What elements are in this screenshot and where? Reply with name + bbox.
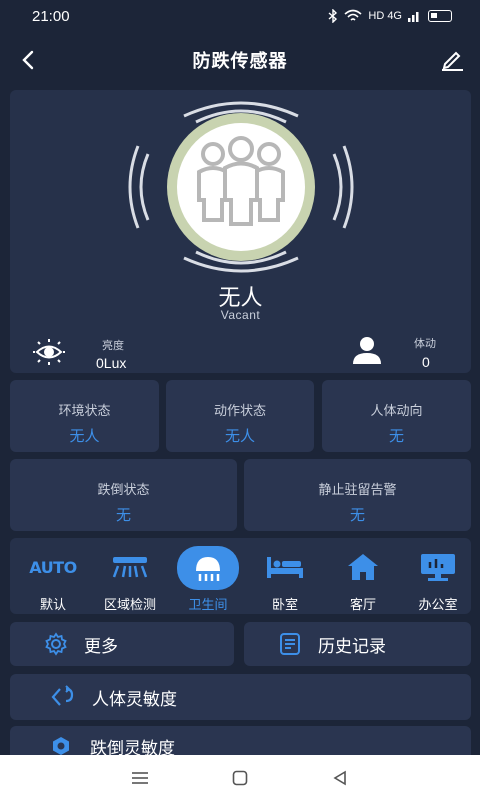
document-icon	[278, 632, 302, 656]
bed-icon	[258, 546, 312, 588]
card-label: 环境状态	[58, 403, 111, 418]
scene-mode-bar: AUTO 默认 区域检测 卫生间 卧室 客厅 办公室	[10, 538, 471, 614]
wifi-icon	[344, 9, 362, 21]
more-label: 更多	[84, 636, 118, 656]
mode-region-detect[interactable]: 区域检测	[92, 538, 168, 614]
mode-label: 默认	[39, 597, 66, 612]
edit-button[interactable]	[438, 46, 466, 74]
history-button[interactable]: 历史记录	[244, 622, 471, 666]
mode-office[interactable]: 办公室	[400, 538, 476, 614]
signal-icon	[408, 12, 419, 22]
movement-label: 体动	[414, 338, 436, 350]
auto-icon: AUTO	[29, 557, 77, 577]
system-nav-bar	[0, 755, 480, 800]
menu-button[interactable]	[120, 763, 160, 793]
more-button[interactable]: 更多	[10, 622, 234, 666]
page-title: 防跌传感器	[192, 51, 288, 71]
presence-state-english: Vacant	[220, 308, 261, 322]
body-sensitivity-label: 人体灵敏度	[92, 689, 177, 709]
movement-value: 0	[422, 354, 430, 370]
card-value: 无人	[224, 428, 255, 445]
brightness-label: 亮度	[102, 340, 124, 352]
card-value: 无	[388, 428, 404, 445]
bluetooth-icon	[328, 9, 338, 23]
presence-panel: 无人 Vacant 亮度 0Lux 体动 0	[10, 90, 471, 373]
presence-radar-icon	[128, 101, 354, 273]
fall-status-card: 跌倒状态 无	[10, 459, 237, 531]
brightness-eye-icon	[33, 339, 65, 365]
home-icon	[336, 546, 390, 588]
chevron-left-icon	[22, 50, 34, 70]
region-detect-icon	[103, 546, 157, 588]
mode-label: 办公室	[418, 597, 458, 612]
back-nav-button[interactable]	[320, 763, 360, 793]
body-sensitivity-button[interactable]: 人体灵敏度	[10, 674, 471, 720]
mode-label: 客厅	[349, 597, 376, 612]
triangle-back-icon	[333, 770, 346, 785]
battery-icon	[428, 10, 452, 22]
card-value: 无	[115, 507, 131, 524]
mode-living-room[interactable]: 客厅	[325, 538, 401, 614]
home-button[interactable]	[220, 763, 260, 793]
mode-label: 区域检测	[103, 597, 156, 612]
card-value: 无人	[69, 428, 100, 445]
history-label: 历史记录	[318, 636, 386, 656]
mode-default[interactable]: AUTO 默认	[15, 538, 91, 614]
square-icon	[232, 770, 248, 785]
card-label: 人体动向	[370, 403, 423, 418]
mode-bedroom[interactable]: 卧室	[247, 538, 323, 614]
card-value: 无	[349, 507, 365, 524]
edit-icon	[442, 51, 463, 71]
status-icons: HD 4G	[328, 9, 452, 23]
status-bar: 21:00 HD 4G	[0, 0, 480, 32]
environment-status-card: 环境状态 无人	[10, 380, 159, 452]
back-button[interactable]	[14, 46, 42, 74]
mode-label: 卫生间	[188, 597, 228, 612]
header: 防跌传感器	[0, 38, 480, 82]
person-icon	[353, 337, 381, 364]
mode-bathroom[interactable]: 卫生间	[170, 538, 246, 614]
mode-label: 卧室	[271, 597, 298, 612]
menu-icon	[132, 771, 148, 784]
card-label: 静止驻留告警	[318, 482, 397, 497]
stationary-alarm-card: 静止驻留告警 无	[244, 459, 471, 531]
monitor-icon	[411, 546, 465, 588]
body-direction-card: 人体动向 无	[322, 380, 471, 452]
sensitivity-arrows-icon	[50, 684, 76, 710]
brightness-value: 0Lux	[96, 355, 127, 371]
action-status-card: 动作状态 无人	[166, 380, 314, 452]
shower-icon	[177, 546, 239, 590]
signal-text: HD 4G	[368, 10, 402, 22]
card-label: 动作状态	[213, 403, 266, 418]
status-time: 21:00	[32, 7, 70, 25]
gear-icon	[44, 632, 68, 656]
card-label: 跌倒状态	[97, 482, 150, 497]
